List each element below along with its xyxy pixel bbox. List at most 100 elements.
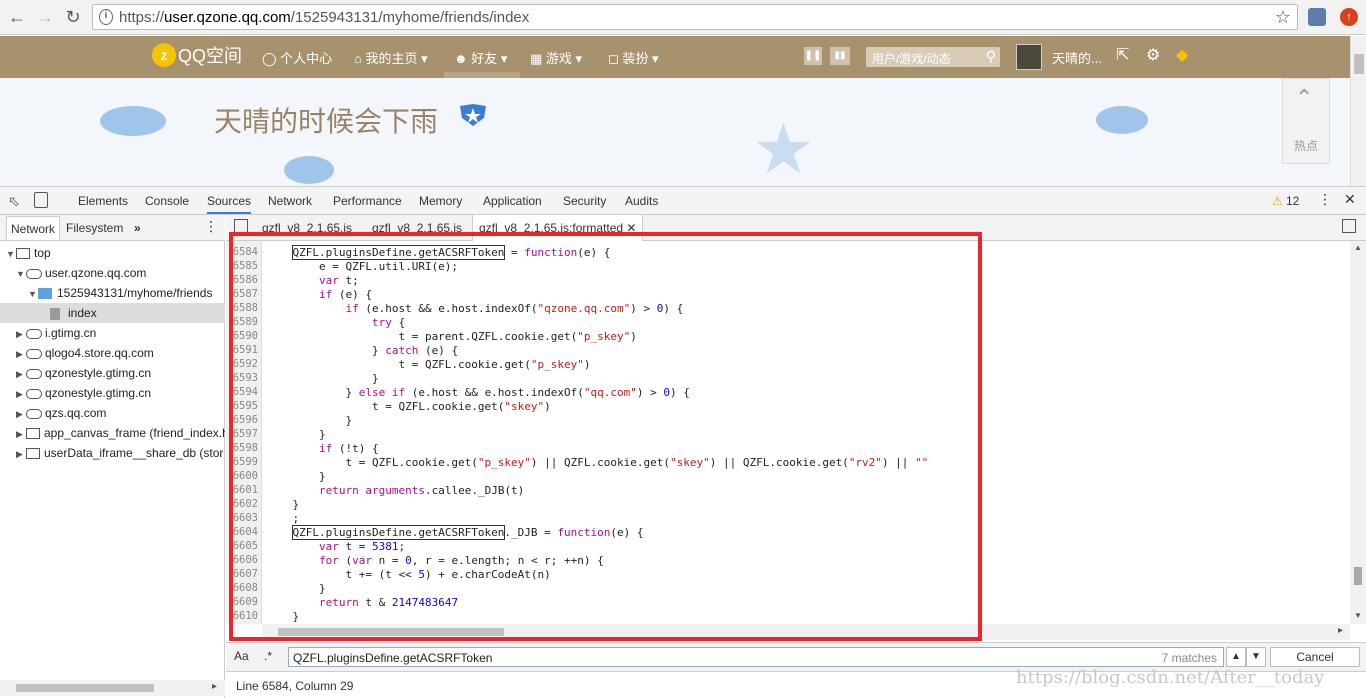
bookmark-star-icon[interactable]: ☆: [1275, 7, 1291, 28]
expand-right-icon[interactable]: ▶: [16, 364, 26, 383]
nav-games[interactable]: ▦ 游戏 ▾: [530, 48, 582, 67]
more-tabs-icon[interactable]: »: [134, 221, 141, 235]
tree-item[interactable]: ▶ qzonestyle.gtimg.cn: [0, 363, 225, 383]
expand-right-icon[interactable]: ▶: [16, 444, 26, 463]
qzone-search-input[interactable]: 用户/游戏/动态 ⚲: [866, 47, 1000, 67]
tree-item[interactable]: ▶ app_canvas_frame (friend_index.h: [0, 423, 225, 443]
info-icon[interactable]: i: [99, 9, 113, 25]
nav-friends[interactable]: ☻ 好友 ▾: [454, 48, 507, 67]
expand-right-icon[interactable]: ▶: [16, 324, 26, 343]
warning-count[interactable]: 12: [1286, 194, 1299, 208]
line-number[interactable]: 6585: [226, 260, 258, 272]
line-number[interactable]: 6596: [226, 414, 258, 426]
more-menu-icon[interactable]: ⋮: [1318, 191, 1332, 208]
line-number[interactable]: 6589: [226, 316, 258, 328]
expand-right-icon[interactable]: ▶: [16, 384, 26, 403]
line-gutter[interactable]: 6584 6585 6586 6587 6588 6589 6590 6591 6592 6593…: [226, 241, 262, 624]
line-number[interactable]: 6607: [226, 568, 258, 580]
tab-filesystem[interactable]: Filesystem: [66, 221, 123, 235]
line-number[interactable]: 6606: [226, 554, 258, 566]
expand-down-icon[interactable]: ▼: [16, 264, 26, 283]
settings-icon[interactable]: ⚙: [1146, 45, 1160, 65]
page-scrollbar[interactable]: [1350, 36, 1366, 186]
expand-right-icon[interactable]: ▶: [16, 344, 26, 363]
tree-item[interactable]: ▶ qlogo4.store.qq.com: [0, 343, 225, 363]
tree-item[interactable]: ▶ qzonestyle.gtimg.cn: [0, 383, 225, 403]
update-icon[interactable]: ↑: [1340, 8, 1358, 26]
reload-icon[interactable]: ↻: [62, 6, 84, 28]
line-number[interactable]: 6605: [226, 540, 258, 552]
chart-icon[interactable]: ▮▮: [830, 47, 850, 65]
match-case-toggle[interactable]: Aa: [234, 649, 249, 663]
line-number[interactable]: 6597: [226, 428, 258, 440]
line-number[interactable]: 6610: [226, 610, 258, 622]
username[interactable]: 天晴的...: [1052, 48, 1102, 67]
device-toolbar-icon[interactable]: [34, 192, 48, 208]
toggle-debugger-icon[interactable]: [1342, 219, 1356, 233]
tab-application[interactable]: Application: [483, 194, 542, 208]
tree-item[interactable]: ▶ userData_iframe__share_db (stor: [0, 443, 225, 463]
qzone-logo[interactable]: z QQ空间: [152, 42, 242, 68]
warning-icon[interactable]: ⚠: [1272, 194, 1283, 208]
regex-toggle[interactable]: .*: [264, 649, 272, 663]
close-icon[interactable]: ✕: [1344, 191, 1356, 208]
cancel-button[interactable]: Cancel: [1270, 647, 1360, 667]
search-icon[interactable]: ⚲: [986, 48, 996, 65]
search-input[interactable]: QZFL.pluginsDefine.getACSRFToken 7 match…: [288, 647, 1224, 667]
forward-icon[interactable]: →: [34, 6, 56, 28]
tab-elements[interactable]: Elements: [78, 194, 128, 208]
editor-tab-3-active[interactable]: qzfl_v8_2.1.65.js:formatted ✕: [472, 215, 644, 241]
nav-personal-center[interactable]: ◯ 个人中心: [262, 48, 332, 67]
tree-item[interactable]: ▶ qzs.qq.com: [0, 403, 225, 423]
tab-security[interactable]: Security: [563, 194, 606, 208]
line-number[interactable]: 6609: [226, 596, 258, 608]
line-number[interactable]: 6604: [226, 526, 258, 538]
diamond-icon[interactable]: ◆: [1176, 45, 1188, 65]
editor-hscroll[interactable]: ▸: [262, 624, 1350, 640]
tab-performance[interactable]: Performance: [333, 194, 402, 208]
line-number[interactable]: 6594: [226, 386, 258, 398]
avatar[interactable]: [1016, 44, 1042, 70]
logout-icon[interactable]: ⇱: [1116, 45, 1129, 65]
next-match-icon[interactable]: ▼: [1246, 647, 1266, 667]
line-number[interactable]: 6591: [226, 344, 258, 356]
tree-item[interactable]: index: [0, 303, 225, 323]
expand-down-icon[interactable]: ▼: [6, 244, 16, 263]
navigator-menu-icon[interactable]: ⋮: [204, 218, 218, 235]
navigator-hscroll[interactable]: ▸: [0, 680, 225, 696]
tree-item[interactable]: ▶ i.gtimg.cn: [0, 323, 225, 343]
line-number[interactable]: 6590: [226, 330, 258, 342]
editor-tab-1[interactable]: qzfl_v8_2.1.65.js: [262, 221, 352, 235]
editor-tab-2[interactable]: qzfl_v8_2.1.65.js: [372, 221, 462, 235]
line-number[interactable]: 6588: [226, 302, 258, 314]
line-number[interactable]: 6602: [226, 498, 258, 510]
line-number[interactable]: 6592: [226, 358, 258, 370]
tree-item[interactable]: ▼ top: [0, 243, 225, 263]
line-number[interactable]: 6595: [226, 400, 258, 412]
tab-console[interactable]: Console: [145, 194, 189, 208]
back-icon[interactable]: ←: [6, 6, 28, 28]
expand-down-icon[interactable]: ▼: [28, 284, 38, 303]
line-number[interactable]: 6593: [226, 372, 258, 384]
tree-item[interactable]: ▼ user.qzone.qq.com: [0, 263, 225, 283]
line-number[interactable]: 6586: [226, 274, 258, 286]
nav-my-home[interactable]: ⌂ 我的主页 ▾: [354, 48, 428, 67]
hot-panel[interactable]: ⌃ 热点: [1282, 78, 1330, 164]
chevron-up-icon[interactable]: ⌃: [1295, 85, 1313, 111]
line-number[interactable]: 6584: [226, 246, 258, 258]
line-number[interactable]: 6587: [226, 288, 258, 300]
tab-audits[interactable]: Audits: [625, 194, 658, 208]
tab-network[interactable]: Network: [268, 194, 312, 208]
tab-memory[interactable]: Memory: [419, 194, 462, 208]
code-editor[interactable]: 6584 6585 6586 6587 6588 6589 6590 6591 6592 6593…: [226, 241, 1350, 624]
line-number[interactable]: 6599: [226, 456, 258, 468]
line-number[interactable]: 6601: [226, 484, 258, 496]
tab-network-nav[interactable]: Network: [6, 216, 61, 240]
line-number[interactable]: 6598: [226, 442, 258, 454]
line-number[interactable]: 6603: [226, 512, 258, 524]
expand-right-icon[interactable]: ▶: [16, 404, 26, 423]
expand-right-icon[interactable]: ▶: [16, 424, 26, 443]
address-bar[interactable]: i https://user.qzone.qq.com/1525943131/m…: [92, 4, 1298, 30]
nav-dressup[interactable]: ◻ 装扮 ▾: [608, 48, 659, 67]
pause-icon[interactable]: ❚❚: [804, 47, 822, 65]
